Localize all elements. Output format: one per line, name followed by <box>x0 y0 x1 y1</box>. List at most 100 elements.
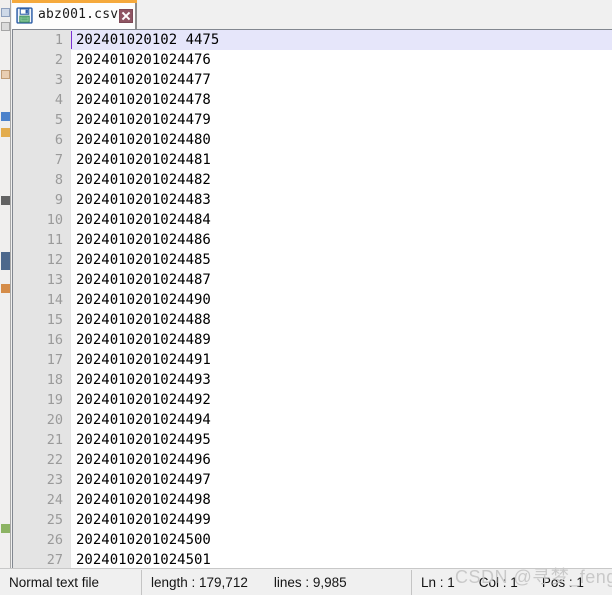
line-text[interactable]: 2024010201024476 <box>71 50 612 70</box>
editor-row[interactable]: 12 2024010201024485 <box>13 250 612 270</box>
editor-row[interactable]: 25 2024010201024499 <box>13 510 612 530</box>
status-caret-position[interactable]: Ln : 1 Col : 1 Pos : 1 <box>412 570 612 595</box>
editor-row[interactable]: 4 2024010201024478 <box>13 90 612 110</box>
editor-row[interactable]: 18 2024010201024493 <box>13 370 612 390</box>
line-text[interactable]: 2024010201024482 <box>71 170 612 190</box>
editor-row[interactable]: 23 2024010201024497 <box>13 470 612 490</box>
line-number: 26 <box>13 530 71 550</box>
left-toolbar-sliver[interactable] <box>0 0 11 568</box>
line-number: 2 <box>13 50 71 70</box>
line-text[interactable]: 2024010201024491 <box>71 350 612 370</box>
editor-row[interactable]: 3 2024010201024477 <box>13 70 612 90</box>
line-text[interactable]: 2024010201024483 <box>71 190 612 210</box>
line-number: 13 <box>13 270 71 290</box>
status-document-type[interactable]: Normal text file <box>0 570 141 595</box>
editor-row[interactable]: 15 2024010201024488 <box>13 310 612 330</box>
editor-row[interactable]: 1 202401020102 4475 <box>13 30 612 50</box>
line-text[interactable]: 2024010201024493 <box>71 370 612 390</box>
line-text[interactable]: 2024010201024501 <box>71 550 612 568</box>
line-text[interactable]: 2024010201024497 <box>71 470 612 490</box>
status-ln: Ln : 1 <box>421 574 455 590</box>
editor-row[interactable]: 21 2024010201024495 <box>13 430 612 450</box>
line-number: 27 <box>13 550 71 568</box>
line-text[interactable]: 2024010201024498 <box>71 490 612 510</box>
text-editor-area[interactable]: 1 202401020102 4475 2 2024010201024476 3 2024… <box>12 29 612 568</box>
editor-row[interactable]: 24 2024010201024498 <box>13 490 612 510</box>
status-pos: Pos : 1 <box>541 574 584 590</box>
line-number: 16 <box>13 330 71 350</box>
line-number: 9 <box>13 190 71 210</box>
line-text[interactable]: 2024010201024488 <box>71 310 612 330</box>
toolbar-icon-fragment-3[interactable] <box>1 70 10 79</box>
editor-row[interactable]: 16 2024010201024489 <box>13 330 612 350</box>
line-number: 10 <box>13 210 71 230</box>
line-number: 3 <box>13 70 71 90</box>
toolbar-icon-fragment-5[interactable] <box>1 128 10 137</box>
line-text[interactable]: 2024010201024492 <box>71 390 612 410</box>
line-text[interactable]: 2024010201024481 <box>71 150 612 170</box>
editor-row[interactable]: 6 2024010201024480 <box>13 130 612 150</box>
line-text[interactable]: 2024010201024479 <box>71 110 612 130</box>
status-bar: Normal text file length : 179,712 lines … <box>0 568 612 595</box>
line-text[interactable]: 2024010201024477 <box>71 70 612 90</box>
line-number: 19 <box>13 390 71 410</box>
document-tab-abz001[interactable]: abz001.csv <box>12 0 137 29</box>
line-text[interactable]: 2024010201024496 <box>71 450 612 470</box>
editor-line-list[interactable]: 1 202401020102 4475 2 2024010201024476 3 2024… <box>13 30 612 568</box>
line-number: 1 <box>13 30 71 50</box>
editor-row[interactable]: 22 2024010201024496 <box>13 450 612 470</box>
line-text[interactable]: 2024010201024500 <box>71 530 612 550</box>
toolbar-icon-fragment-2[interactable] <box>1 22 10 31</box>
line-number: 6 <box>13 130 71 150</box>
line-text[interactable]: 2024010201024494 <box>71 410 612 430</box>
editor-row[interactable]: 9 2024010201024483 <box>13 190 612 210</box>
toolbar-icon-fragment-4[interactable] <box>1 112 10 121</box>
line-number: 4 <box>13 90 71 110</box>
line-text[interactable]: 2024010201024484 <box>71 210 612 230</box>
status-col: Col : 1 <box>478 574 518 590</box>
line-number: 12 <box>13 250 71 270</box>
status-file-stats[interactable]: length : 179,712 lines : 9,985 <box>142 570 411 595</box>
line-text[interactable]: 2024010201024487 <box>71 270 612 290</box>
line-number: 17 <box>13 350 71 370</box>
line-text[interactable]: 2024010201024489 <box>71 330 612 350</box>
toolbar-icon-fragment-9[interactable] <box>1 524 10 533</box>
editor-row[interactable]: 20 2024010201024494 <box>13 410 612 430</box>
line-number: 20 <box>13 410 71 430</box>
status-length: length : 179,712 <box>151 574 248 590</box>
line-number: 25 <box>13 510 71 530</box>
line-text[interactable]: 2024010201024499 <box>71 510 612 530</box>
line-text[interactable]: 2024010201024480 <box>71 130 612 150</box>
notepadpp-window: abz001.csv 1 202401020102 4475 2 2024010201… <box>0 0 612 595</box>
line-text[interactable]: 2024010201024486 <box>71 230 612 250</box>
tab-filename-label: abz001.csv <box>38 7 119 22</box>
line-text[interactable]: 2024010201024478 <box>71 90 612 110</box>
editor-row[interactable]: 19 2024010201024492 <box>13 390 612 410</box>
toolbar-icon-fragment-7[interactable] <box>1 252 10 270</box>
line-number: 23 <box>13 470 71 490</box>
line-text[interactable]: 2024010201024485 <box>71 250 612 270</box>
status-lines: lines : 9,985 <box>273 574 347 590</box>
editor-row[interactable]: 27 2024010201024501 <box>13 550 612 568</box>
editor-row[interactable]: 2 2024010201024476 <box>13 50 612 70</box>
editor-row[interactable]: 14 2024010201024490 <box>13 290 612 310</box>
editor-row[interactable]: 17 2024010201024491 <box>13 350 612 370</box>
line-text[interactable]: 2024010201024495 <box>71 430 612 450</box>
editor-row[interactable]: 11 2024010201024486 <box>13 230 612 250</box>
editor-row[interactable]: 10 2024010201024484 <box>13 210 612 230</box>
editor-row[interactable]: 8 2024010201024482 <box>13 170 612 190</box>
line-text[interactable]: 2024010201024490 <box>71 290 612 310</box>
line-number: 8 <box>13 170 71 190</box>
toolbar-icon-fragment-1[interactable] <box>1 8 10 17</box>
line-text[interactable]: 202401020102 4475 <box>71 30 612 50</box>
editor-row[interactable]: 13 2024010201024487 <box>13 270 612 290</box>
editor-row[interactable]: 7 2024010201024481 <box>13 150 612 170</box>
close-tab-icon[interactable] <box>119 8 134 23</box>
toolbar-icon-fragment-8[interactable] <box>1 284 10 293</box>
editor-row[interactable]: 5 2024010201024479 <box>13 110 612 130</box>
toolbar-icon-fragment-6[interactable] <box>1 196 10 205</box>
editor-row[interactable]: 26 2024010201024500 <box>13 530 612 550</box>
tab-bar: abz001.csv <box>11 0 612 29</box>
line-number: 5 <box>13 110 71 130</box>
line-number: 7 <box>13 150 71 170</box>
